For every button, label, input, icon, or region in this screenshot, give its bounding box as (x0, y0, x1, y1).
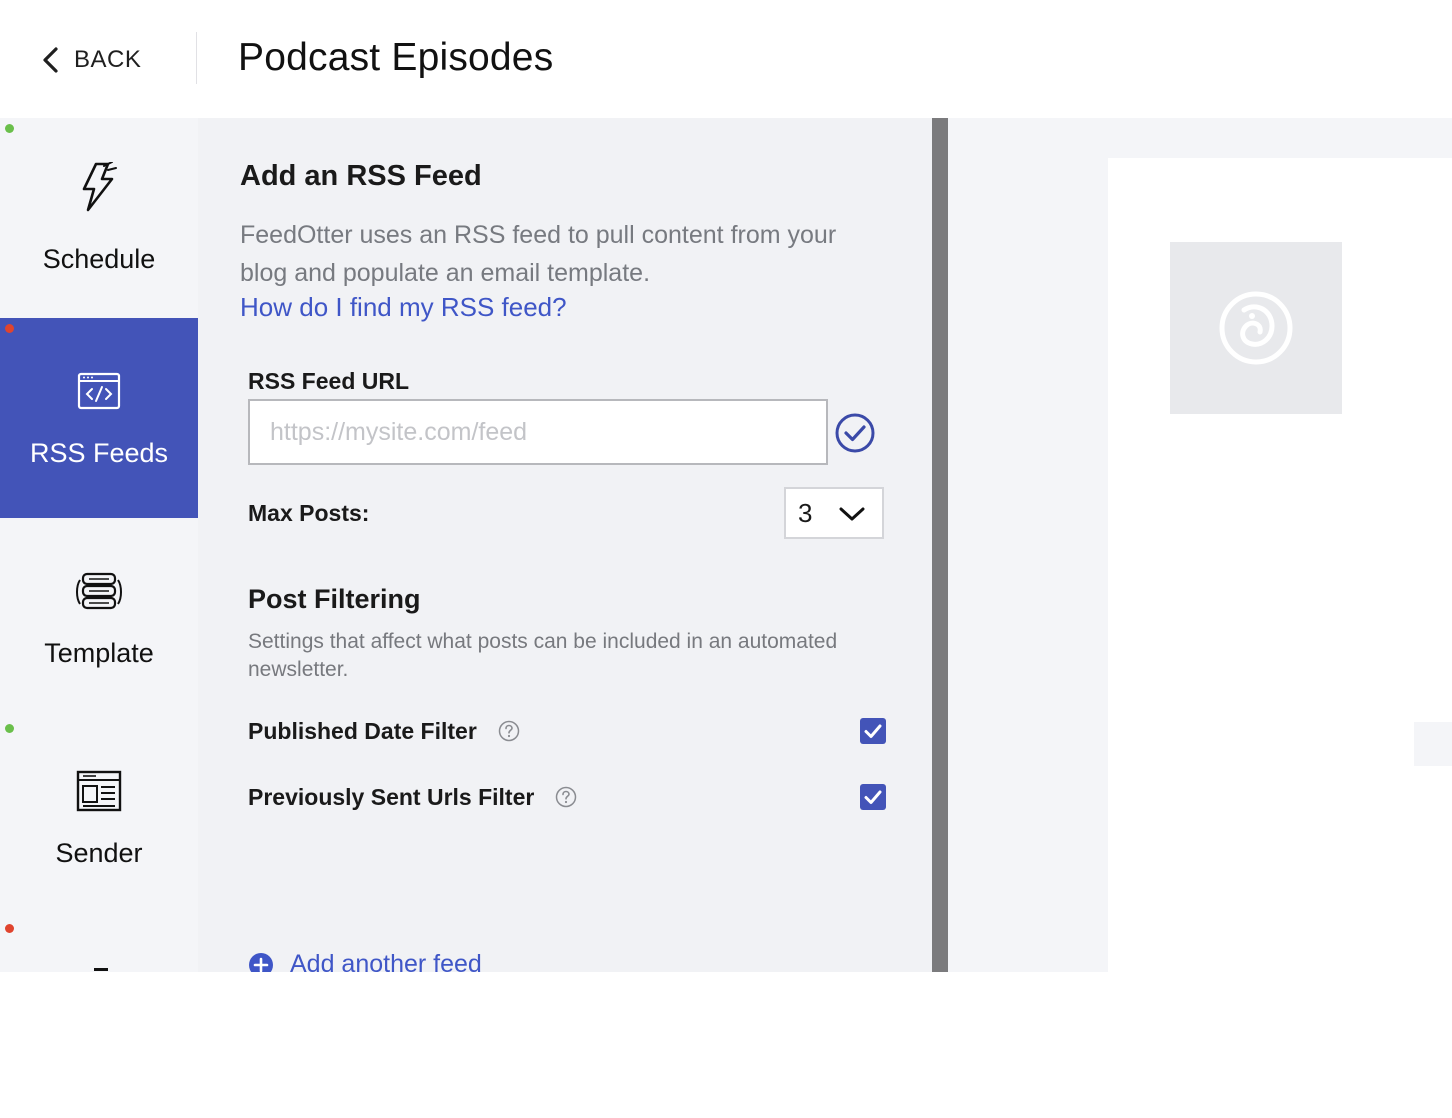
previously-sent-checkbox[interactable] (860, 784, 886, 810)
panel-scrollbar[interactable] (932, 118, 948, 972)
post-filtering-title: Post Filtering (248, 584, 421, 614)
status-dot-red (5, 324, 14, 333)
partial-icon (94, 968, 108, 971)
chevron-down-icon (839, 507, 865, 521)
newsletter-icon (76, 770, 122, 812)
otter-logo-icon (1219, 291, 1293, 365)
max-posts-select[interactable]: 3 (784, 487, 884, 539)
sidebar-item-label: Schedule (42, 244, 156, 274)
sidebar-item-rss-feeds[interactable]: RSS Feeds (0, 318, 198, 518)
find-rss-help-link[interactable]: How do I find my RSS feed? (240, 292, 567, 323)
help-question-icon[interactable] (555, 786, 577, 808)
sidebar: Schedule RSS Feeds Template Sender (0, 118, 198, 972)
email-preview-area (948, 118, 1452, 972)
post-filtering-description: Settings that affect what posts can be i… (248, 630, 838, 681)
published-date-checkbox[interactable] (860, 718, 886, 744)
checkmark-icon (864, 724, 882, 738)
code-window-icon (77, 372, 121, 410)
sidebar-item-label: RSS Feeds (29, 438, 169, 468)
filter-label: Previously Sent Urls Filter (248, 784, 535, 810)
section-description: FeedOtter uses an RSS feed to pull conte… (240, 221, 837, 287)
previously-sent-filter-row: Previously Sent Urls Filter (248, 782, 886, 814)
sidebar-item-sender[interactable]: Sender (0, 718, 198, 918)
rss-feed-form: Add an RSS Feed FeedOtter uses an RSS fe… (198, 118, 932, 972)
published-date-filter-row: Published Date Filter (248, 716, 886, 748)
sidebar-item-template[interactable]: Template (0, 518, 198, 718)
sidebar-item-schedule[interactable]: Schedule (0, 118, 198, 318)
top-header: BACK Podcast Episodes (0, 0, 1452, 118)
status-dot-green (5, 724, 14, 733)
status-dot-green (5, 124, 14, 133)
email-preview-card (1108, 158, 1452, 972)
add-feed-label: Add another feed (290, 950, 482, 972)
section-title: Add an RSS Feed (240, 160, 482, 192)
header-divider (196, 32, 197, 84)
page-title: Podcast Episodes (238, 36, 554, 79)
filter-label: Published Date Filter (248, 718, 477, 744)
checkmark-icon (864, 790, 882, 804)
add-another-feed-button[interactable]: Add another feed (248, 950, 482, 972)
template-stack-icon (76, 572, 122, 610)
status-dot-red (5, 924, 14, 933)
max-posts-value: 3 (798, 498, 813, 528)
sidebar-item-label: Sender (55, 838, 143, 868)
back-label: BACK (74, 46, 142, 73)
chevron-left-icon (43, 47, 58, 73)
image-placeholder (1170, 242, 1342, 414)
rss-url-input[interactable] (248, 399, 828, 465)
lightning-icon (82, 162, 117, 212)
sidebar-item-next[interactable] (0, 918, 198, 1118)
plus-circle-icon (249, 952, 273, 972)
back-button[interactable]: BACK (38, 40, 141, 80)
help-question-icon[interactable] (498, 720, 520, 742)
max-posts-label: Max Posts: (248, 500, 370, 526)
sidebar-item-label: Template (44, 638, 154, 668)
rss-url-label: RSS Feed URL (248, 368, 410, 394)
preview-side-tab[interactable] (1414, 722, 1452, 766)
check-circle-icon (835, 413, 875, 453)
